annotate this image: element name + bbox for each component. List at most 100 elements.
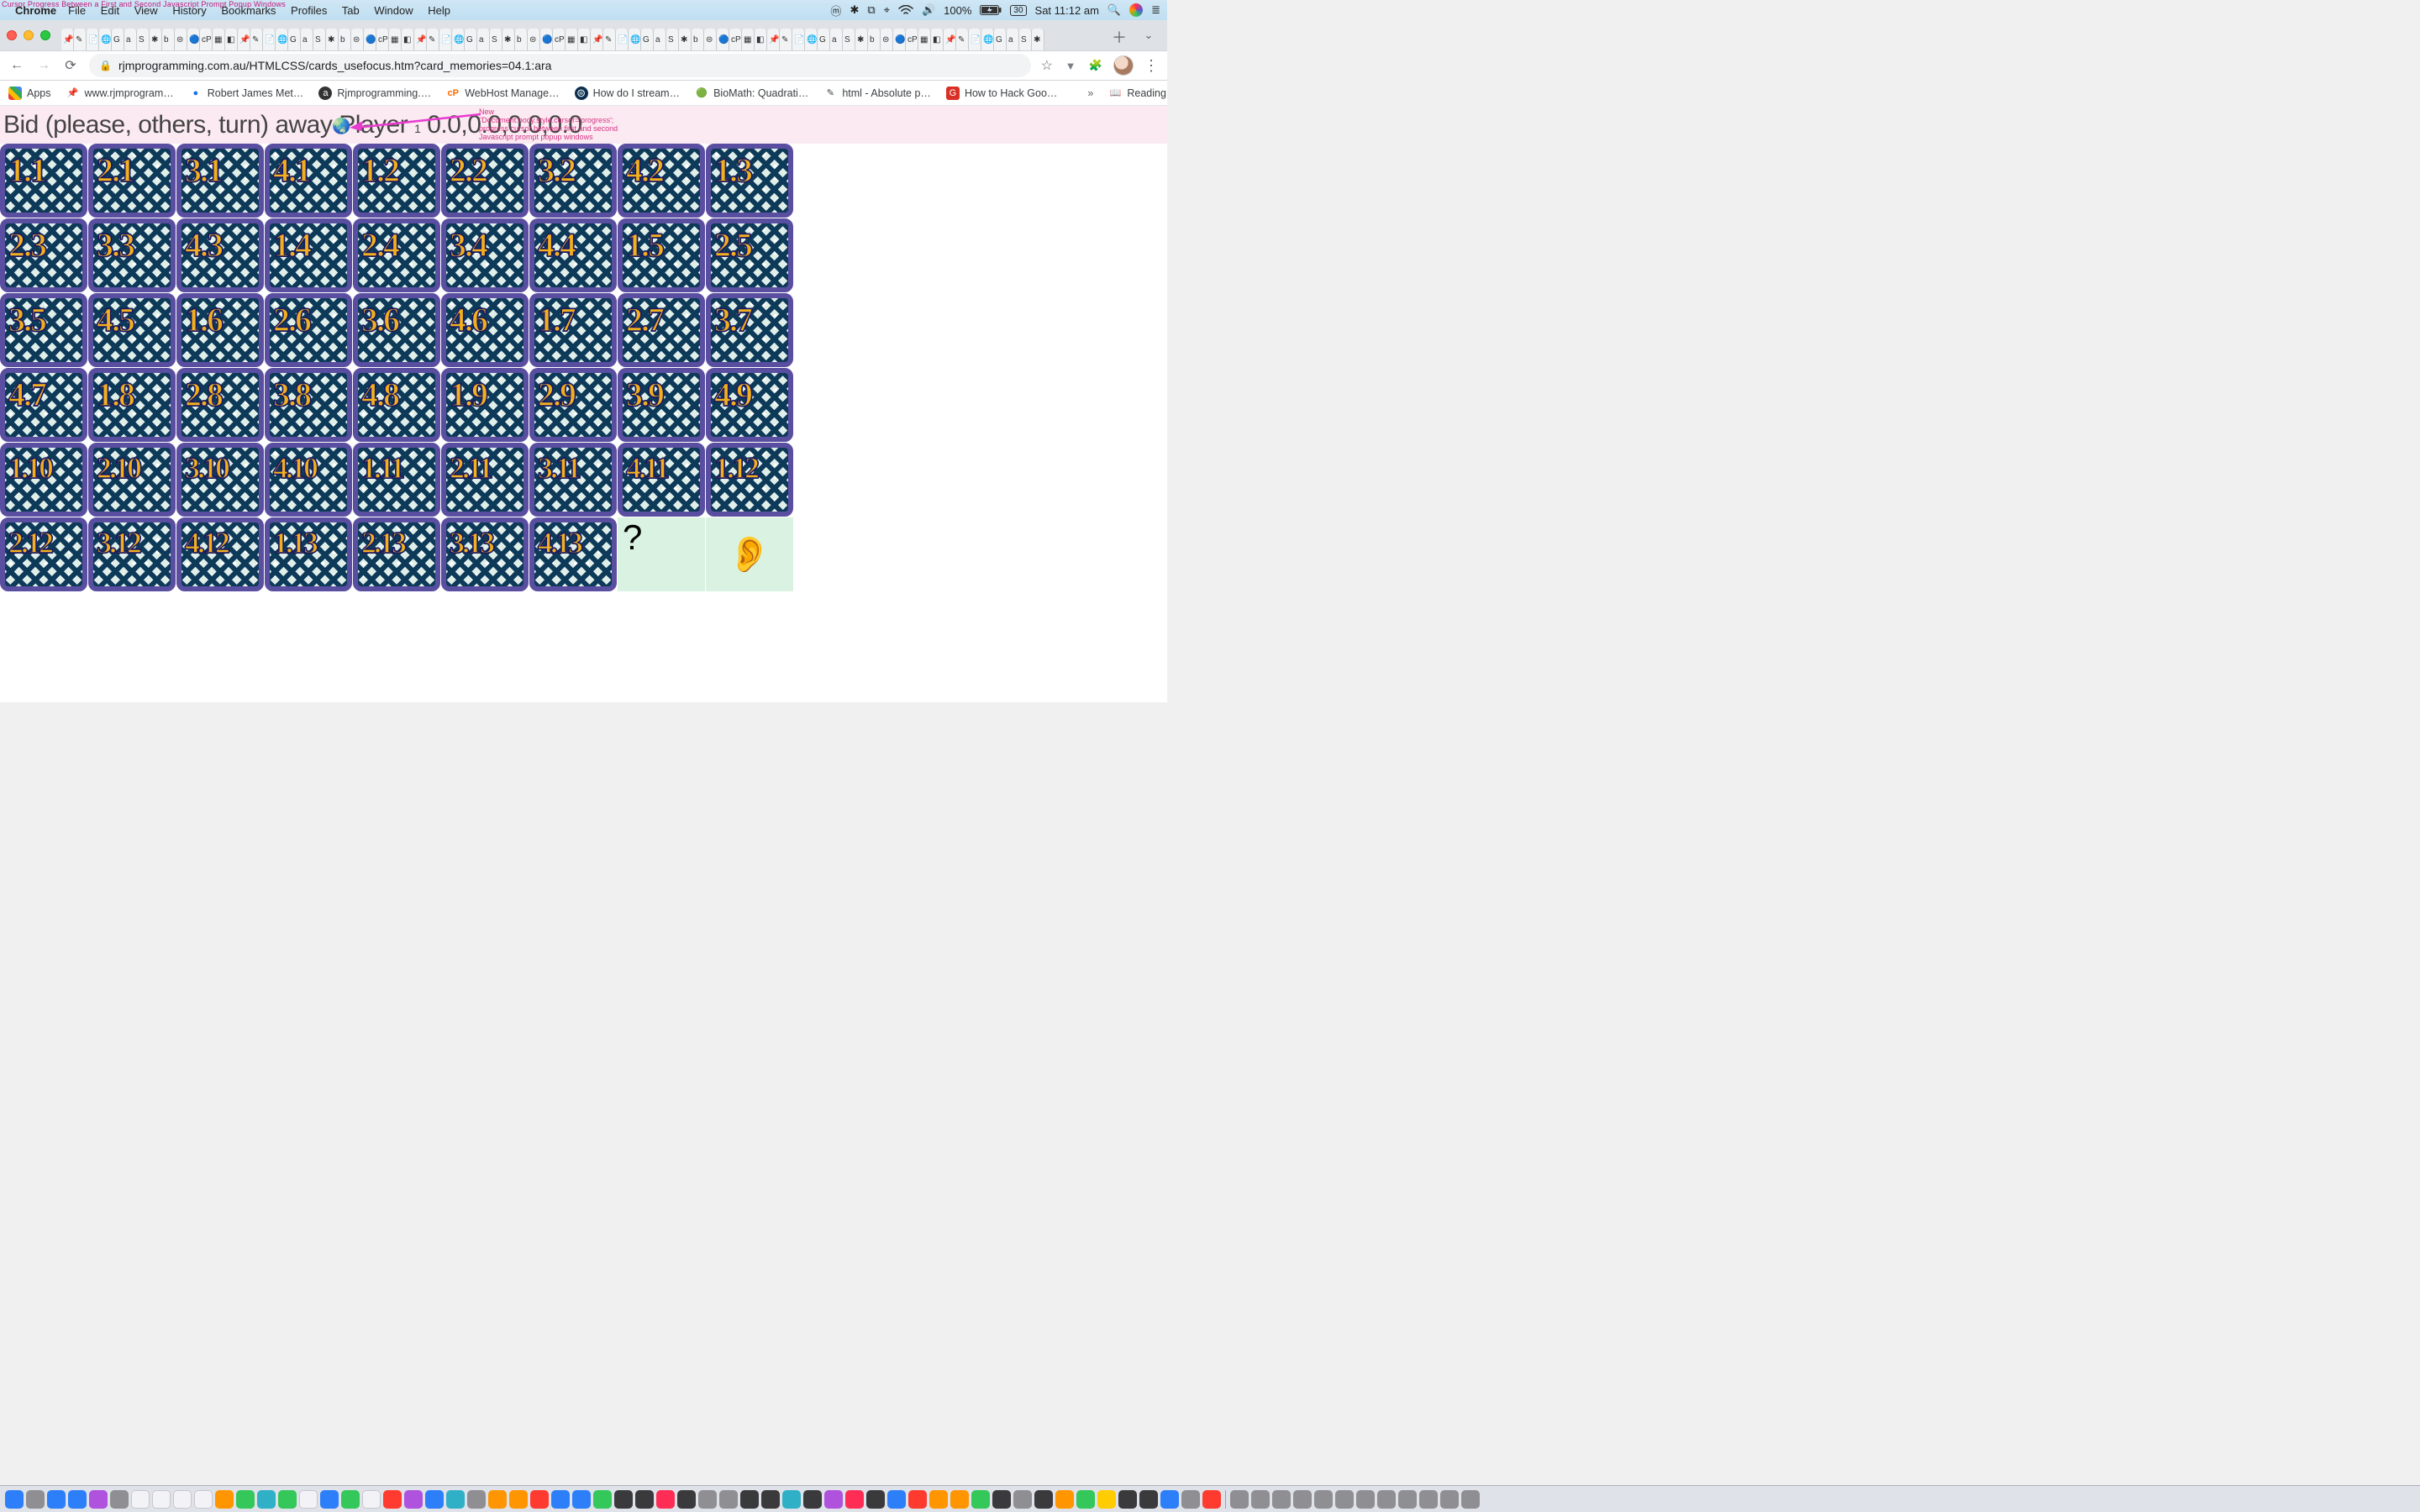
dock-app-icon[interactable] bbox=[908, 1490, 927, 1509]
memory-card[interactable]: 4.1 bbox=[265, 144, 352, 218]
menu-tab[interactable]: Tab bbox=[342, 4, 360, 17]
memory-card[interactable]: 1.4 bbox=[265, 218, 352, 292]
memory-card[interactable]: 3.10 bbox=[176, 443, 264, 517]
menu-window[interactable]: Window bbox=[374, 4, 413, 17]
bookmark-apps[interactable]: Apps bbox=[8, 87, 51, 100]
dock-app-icon[interactable] bbox=[1377, 1490, 1396, 1509]
browser-tab[interactable]: ◧ bbox=[225, 29, 238, 50]
dock-app-icon[interactable] bbox=[551, 1490, 570, 1509]
browser-tab[interactable]: b bbox=[515, 29, 528, 50]
dock-app-icon[interactable] bbox=[320, 1490, 339, 1509]
memory-card[interactable]: 1.3 bbox=[706, 144, 793, 218]
memory-card[interactable]: 1.7 bbox=[529, 293, 617, 367]
browser-tab[interactable]: 📌 bbox=[767, 29, 780, 50]
memory-card[interactable]: 3.8 bbox=[265, 368, 352, 442]
memory-card[interactable]: 3.11 bbox=[529, 443, 617, 517]
dock-app-icon[interactable] bbox=[5, 1490, 24, 1509]
browser-tab[interactable]: ✱ bbox=[855, 29, 868, 50]
browser-tab[interactable]: 📄 bbox=[616, 29, 629, 50]
memory-card[interactable]: 4.13 bbox=[529, 517, 617, 591]
menu-view[interactable]: View bbox=[134, 4, 158, 17]
browser-tab[interactable]: cP bbox=[553, 29, 566, 50]
browser-tab[interactable]: S bbox=[1019, 29, 1032, 50]
memory-card[interactable]: 4.5 bbox=[88, 293, 176, 367]
dock-app-icon[interactable] bbox=[1440, 1490, 1459, 1509]
dock-app-icon[interactable] bbox=[68, 1490, 87, 1509]
ear-cell[interactable]: 👂 bbox=[706, 517, 793, 591]
memory-card[interactable]: 3.7 bbox=[706, 293, 793, 367]
dock-app-icon[interactable] bbox=[404, 1490, 423, 1509]
memory-card[interactable]: 4.2 bbox=[618, 144, 705, 218]
wifi-icon[interactable] bbox=[898, 5, 913, 15]
browser-tab[interactable]: ▦ bbox=[742, 29, 755, 50]
dock-app-icon[interactable] bbox=[1013, 1490, 1032, 1509]
dock-app-icon[interactable] bbox=[719, 1490, 738, 1509]
control-center-icon[interactable]: ≣ bbox=[1151, 3, 1160, 17]
dock-app-icon[interactable] bbox=[425, 1490, 444, 1509]
volume-icon[interactable]: 🔊 bbox=[922, 3, 935, 17]
bookmark-overflow[interactable]: » bbox=[1087, 87, 1093, 99]
browser-tab[interactable]: cP bbox=[729, 29, 742, 50]
browser-tab[interactable]: a bbox=[830, 29, 843, 50]
dock-app-icon[interactable] bbox=[635, 1490, 654, 1509]
spotlight-icon[interactable]: 🔍 bbox=[1107, 3, 1121, 17]
globe-icon[interactable]: 🌏 bbox=[332, 118, 350, 135]
close-window-button[interactable] bbox=[7, 30, 17, 40]
memory-card[interactable]: 4.7 bbox=[0, 368, 87, 442]
browser-tab[interactable]: G bbox=[641, 29, 654, 50]
dock-app-icon[interactable] bbox=[1055, 1490, 1074, 1509]
memory-card[interactable]: 4.8 bbox=[353, 368, 440, 442]
dock-app-icon[interactable] bbox=[824, 1490, 843, 1509]
reading-list-button[interactable]: 📖Reading List bbox=[1108, 87, 1167, 100]
dock-app-icon[interactable] bbox=[362, 1490, 381, 1509]
dock-app-icon[interactable] bbox=[89, 1490, 108, 1509]
memory-card[interactable]: 3.2 bbox=[529, 144, 617, 218]
browser-tab[interactable]: 📄 bbox=[87, 29, 99, 50]
browser-tab[interactable]: ⊜ bbox=[351, 29, 364, 50]
dock-app-icon[interactable] bbox=[614, 1490, 633, 1509]
memory-card[interactable]: 2.7 bbox=[618, 293, 705, 367]
dock-app-icon[interactable] bbox=[1202, 1490, 1221, 1509]
browser-tab[interactable]: S bbox=[843, 29, 855, 50]
zoom-window-button[interactable] bbox=[40, 30, 50, 40]
browser-tab[interactable]: 🌐 bbox=[805, 29, 818, 50]
memory-card[interactable]: 4.10 bbox=[265, 443, 352, 517]
bookmark-robert[interactable]: ●Robert James Met… bbox=[189, 87, 304, 100]
menu-help[interactable]: Help bbox=[428, 4, 450, 17]
browser-tab[interactable]: ⊜ bbox=[704, 29, 717, 50]
memory-card[interactable]: 3.13 bbox=[441, 517, 529, 591]
browser-tab[interactable]: 🔵 bbox=[893, 29, 906, 50]
back-button[interactable]: ← bbox=[8, 58, 25, 73]
browser-tab[interactable]: ✎ bbox=[250, 29, 263, 50]
browser-tab[interactable]: 📌 bbox=[61, 29, 74, 50]
minimize-window-button[interactable] bbox=[24, 30, 34, 40]
browser-tab[interactable]: 🔵 bbox=[364, 29, 376, 50]
memory-card[interactable]: 2.8 bbox=[176, 368, 264, 442]
dock-app-icon[interactable] bbox=[698, 1490, 717, 1509]
bookmark-whm[interactable]: cPWebHost Manage… bbox=[446, 87, 559, 100]
browser-tab[interactable]: b bbox=[868, 29, 881, 50]
dock-app-icon[interactable] bbox=[656, 1490, 675, 1509]
dock-app-icon[interactable] bbox=[677, 1490, 696, 1509]
browser-tab[interactable]: b bbox=[162, 29, 175, 50]
browser-tab[interactable]: ✱ bbox=[502, 29, 515, 50]
browser-tab[interactable]: ◧ bbox=[755, 29, 767, 50]
puzzle-icon[interactable]: ✱ bbox=[850, 3, 859, 17]
chrome-menu-button[interactable]: ⋮ bbox=[1144, 57, 1159, 75]
browser-tab[interactable]: ✎ bbox=[74, 29, 87, 50]
browser-tab[interactable]: S bbox=[313, 29, 326, 50]
memory-card[interactable]: 2.12 bbox=[0, 517, 87, 591]
bookmark-rjm[interactable]: 📌www.rjmprogram… bbox=[66, 87, 174, 100]
memory-card[interactable]: 1.13 bbox=[265, 517, 352, 591]
browser-tab[interactable]: ✎ bbox=[427, 29, 439, 50]
dock-app-icon[interactable] bbox=[530, 1490, 549, 1509]
memory-card[interactable]: 3.4 bbox=[441, 218, 529, 292]
memory-card[interactable]: 4.3 bbox=[176, 218, 264, 292]
dock-app-icon[interactable] bbox=[782, 1490, 801, 1509]
browser-tab[interactable]: 🔵 bbox=[187, 29, 200, 50]
dock-app-icon[interactable] bbox=[1272, 1490, 1291, 1509]
memory-card[interactable]: 2.1 bbox=[88, 144, 176, 218]
dock-app-icon[interactable] bbox=[26, 1490, 45, 1509]
bookmark-star-button[interactable]: ☆ bbox=[1041, 57, 1053, 74]
reload-button[interactable]: ⟳ bbox=[62, 57, 79, 74]
